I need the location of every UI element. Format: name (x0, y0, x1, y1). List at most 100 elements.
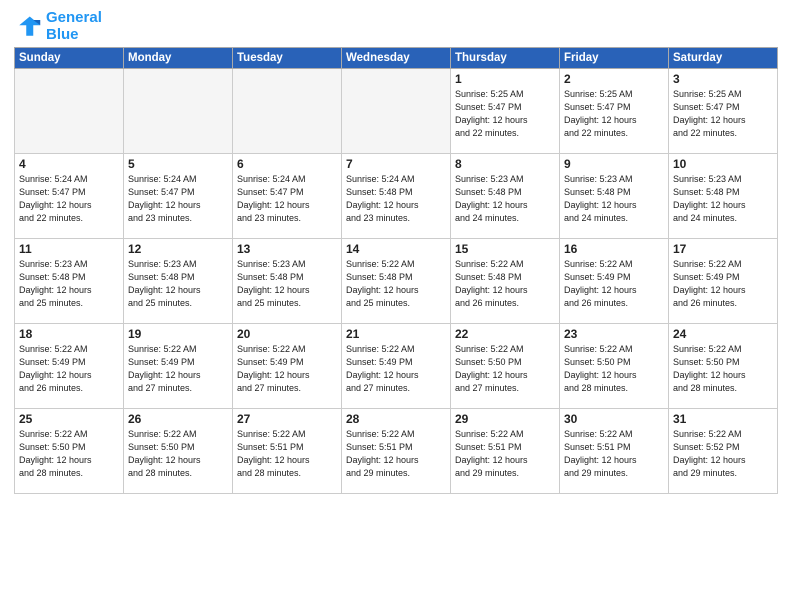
logo-icon (14, 13, 42, 41)
day-number: 16 (564, 242, 664, 256)
logo-text: General Blue (46, 10, 102, 43)
week-row-3: 11 Sunrise: 5:23 AM Sunset: 5:48 PM Dayli… (15, 239, 778, 324)
calendar-cell: 15 Sunrise: 5:22 AM Sunset: 5:48 PM Dayli… (451, 239, 560, 324)
calendar-cell (15, 69, 124, 154)
day-number: 20 (237, 327, 337, 341)
calendar-cell: 2 Sunrise: 5:25 AM Sunset: 5:47 PM Daylig… (560, 69, 669, 154)
day-number: 28 (346, 412, 446, 426)
weekday-thursday: Thursday (451, 48, 560, 69)
day-number: 18 (19, 327, 119, 341)
day-number: 22 (455, 327, 555, 341)
day-number: 8 (455, 157, 555, 171)
calendar-cell: 18 Sunrise: 5:22 AM Sunset: 5:49 PM Dayli… (15, 324, 124, 409)
calendar-cell: 21 Sunrise: 5:22 AM Sunset: 5:49 PM Dayli… (342, 324, 451, 409)
cell-info: Sunrise: 5:22 AM Sunset: 5:49 PM Dayligh… (128, 343, 228, 395)
calendar-cell: 16 Sunrise: 5:22 AM Sunset: 5:49 PM Dayli… (560, 239, 669, 324)
cell-info: Sunrise: 5:22 AM Sunset: 5:50 PM Dayligh… (19, 428, 119, 480)
day-number: 4 (19, 157, 119, 171)
cell-info: Sunrise: 5:24 AM Sunset: 5:48 PM Dayligh… (346, 173, 446, 225)
cell-info: Sunrise: 5:23 AM Sunset: 5:48 PM Dayligh… (19, 258, 119, 310)
day-number: 2 (564, 72, 664, 86)
cell-info: Sunrise: 5:22 AM Sunset: 5:50 PM Dayligh… (128, 428, 228, 480)
cell-info: Sunrise: 5:22 AM Sunset: 5:50 PM Dayligh… (564, 343, 664, 395)
calendar-cell (124, 69, 233, 154)
page-container: General Blue SundayMondayTuesdayWednesda… (0, 0, 792, 612)
weekday-friday: Friday (560, 48, 669, 69)
calendar-cell: 19 Sunrise: 5:22 AM Sunset: 5:49 PM Dayli… (124, 324, 233, 409)
calendar-cell: 14 Sunrise: 5:22 AM Sunset: 5:48 PM Dayli… (342, 239, 451, 324)
cell-info: Sunrise: 5:22 AM Sunset: 5:49 PM Dayligh… (19, 343, 119, 395)
cell-info: Sunrise: 5:22 AM Sunset: 5:51 PM Dayligh… (564, 428, 664, 480)
day-number: 24 (673, 327, 773, 341)
calendar-cell: 1 Sunrise: 5:25 AM Sunset: 5:47 PM Daylig… (451, 69, 560, 154)
cell-info: Sunrise: 5:22 AM Sunset: 5:49 PM Dayligh… (564, 258, 664, 310)
day-number: 12 (128, 242, 228, 256)
cell-info: Sunrise: 5:22 AM Sunset: 5:48 PM Dayligh… (346, 258, 446, 310)
calendar-cell: 10 Sunrise: 5:23 AM Sunset: 5:48 PM Dayli… (669, 154, 778, 239)
calendar-cell: 5 Sunrise: 5:24 AM Sunset: 5:47 PM Daylig… (124, 154, 233, 239)
day-number: 19 (128, 327, 228, 341)
cell-info: Sunrise: 5:22 AM Sunset: 5:51 PM Dayligh… (455, 428, 555, 480)
calendar-cell: 25 Sunrise: 5:22 AM Sunset: 5:50 PM Dayli… (15, 409, 124, 494)
cell-info: Sunrise: 5:23 AM Sunset: 5:48 PM Dayligh… (673, 173, 773, 225)
day-number: 1 (455, 72, 555, 86)
weekday-tuesday: Tuesday (233, 48, 342, 69)
calendar-cell: 23Sunrise: 5:22 AM Sunset: 5:50 PM Dayli… (560, 324, 669, 409)
calendar-cell: 8 Sunrise: 5:23 AM Sunset: 5:48 PM Daylig… (451, 154, 560, 239)
day-number: 30 (564, 412, 664, 426)
day-number: 15 (455, 242, 555, 256)
cell-info: Sunrise: 5:24 AM Sunset: 5:47 PM Dayligh… (128, 173, 228, 225)
calendar-cell (233, 69, 342, 154)
weekday-monday: Monday (124, 48, 233, 69)
calendar-cell: 31Sunrise: 5:22 AM Sunset: 5:52 PM Dayli… (669, 409, 778, 494)
cell-info: Sunrise: 5:22 AM Sunset: 5:49 PM Dayligh… (237, 343, 337, 395)
cell-info: Sunrise: 5:22 AM Sunset: 5:49 PM Dayligh… (673, 258, 773, 310)
calendar-cell: 26 Sunrise: 5:22 AM Sunset: 5:50 PM Dayli… (124, 409, 233, 494)
day-number: 21 (346, 327, 446, 341)
day-number: 7 (346, 157, 446, 171)
cell-info: Sunrise: 5:25 AM Sunset: 5:47 PM Dayligh… (455, 88, 555, 140)
calendar-cell: 4Sunrise: 5:24 AM Sunset: 5:47 PM Daylig… (15, 154, 124, 239)
header: General Blue (14, 10, 778, 43)
calendar-cell: 13Sunrise: 5:23 AM Sunset: 5:48 PM Dayli… (233, 239, 342, 324)
cell-info: Sunrise: 5:23 AM Sunset: 5:48 PM Dayligh… (564, 173, 664, 225)
calendar-cell: 30 Sunrise: 5:22 AM Sunset: 5:51 PM Dayli… (560, 409, 669, 494)
week-row-1: 1 Sunrise: 5:25 AM Sunset: 5:47 PM Daylig… (15, 69, 778, 154)
day-number: 14 (346, 242, 446, 256)
cell-info: Sunrise: 5:22 AM Sunset: 5:50 PM Dayligh… (455, 343, 555, 395)
calendar-cell: 29 Sunrise: 5:22 AM Sunset: 5:51 PM Dayli… (451, 409, 560, 494)
day-number: 27 (237, 412, 337, 426)
day-number: 13 (237, 242, 337, 256)
calendar-cell: 27 Sunrise: 5:22 AM Sunset: 5:51 PM Dayli… (233, 409, 342, 494)
week-row-2: 4 Sunrise: 5:24 AM Sunset: 5:47 PM Daylig… (15, 154, 778, 239)
cell-info: Sunrise: 5:23 AM Sunset: 5:48 PM Dayligh… (455, 173, 555, 225)
day-number: 25 (19, 412, 119, 426)
day-number: 11 (19, 242, 119, 256)
calendar-cell: 17 Sunrise: 5:22 AM Sunset: 5:49 PM Dayli… (669, 239, 778, 324)
cell-info: Sunrise: 5:25 AM Sunset: 5:47 PM Dayligh… (564, 88, 664, 140)
cell-info: Sunrise: 5:25 AM Sunset: 5:47 PM Dayligh… (673, 88, 773, 140)
calendar-cell: 20 Sunrise: 5:22 AM Sunset: 5:49 PM Dayli… (233, 324, 342, 409)
calendar-cell: 6Sunrise: 5:24 AM Sunset: 5:47 PM Daylig… (233, 154, 342, 239)
cell-info: Sunrise: 5:22 AM Sunset: 5:51 PM Dayligh… (237, 428, 337, 480)
day-number: 5 (128, 157, 228, 171)
cell-info: Sunrise: 5:23 AM Sunset: 5:48 PM Dayligh… (128, 258, 228, 310)
cell-info: Sunrise: 5:22 AM Sunset: 5:50 PM Dayligh… (673, 343, 773, 395)
day-number: 3 (673, 72, 773, 86)
weekday-saturday: Saturday (669, 48, 778, 69)
weekday-wednesday: Wednesday (342, 48, 451, 69)
day-number: 9 (564, 157, 664, 171)
day-number: 17 (673, 242, 773, 256)
calendar-cell (342, 69, 451, 154)
calendar-cell: 11 Sunrise: 5:23 AM Sunset: 5:48 PM Dayli… (15, 239, 124, 324)
calendar-cell: 9 Sunrise: 5:23 AM Sunset: 5:48 PM Daylig… (560, 154, 669, 239)
cell-info: Sunrise: 5:22 AM Sunset: 5:51 PM Dayligh… (346, 428, 446, 480)
day-number: 29 (455, 412, 555, 426)
week-row-4: 18 Sunrise: 5:22 AM Sunset: 5:49 PM Dayli… (15, 324, 778, 409)
cell-info: Sunrise: 5:22 AM Sunset: 5:48 PM Dayligh… (455, 258, 555, 310)
day-number: 26 (128, 412, 228, 426)
day-number: 31 (673, 412, 773, 426)
day-number: 6 (237, 157, 337, 171)
cell-info: Sunrise: 5:22 AM Sunset: 5:49 PM Dayligh… (346, 343, 446, 395)
day-number: 10 (673, 157, 773, 171)
